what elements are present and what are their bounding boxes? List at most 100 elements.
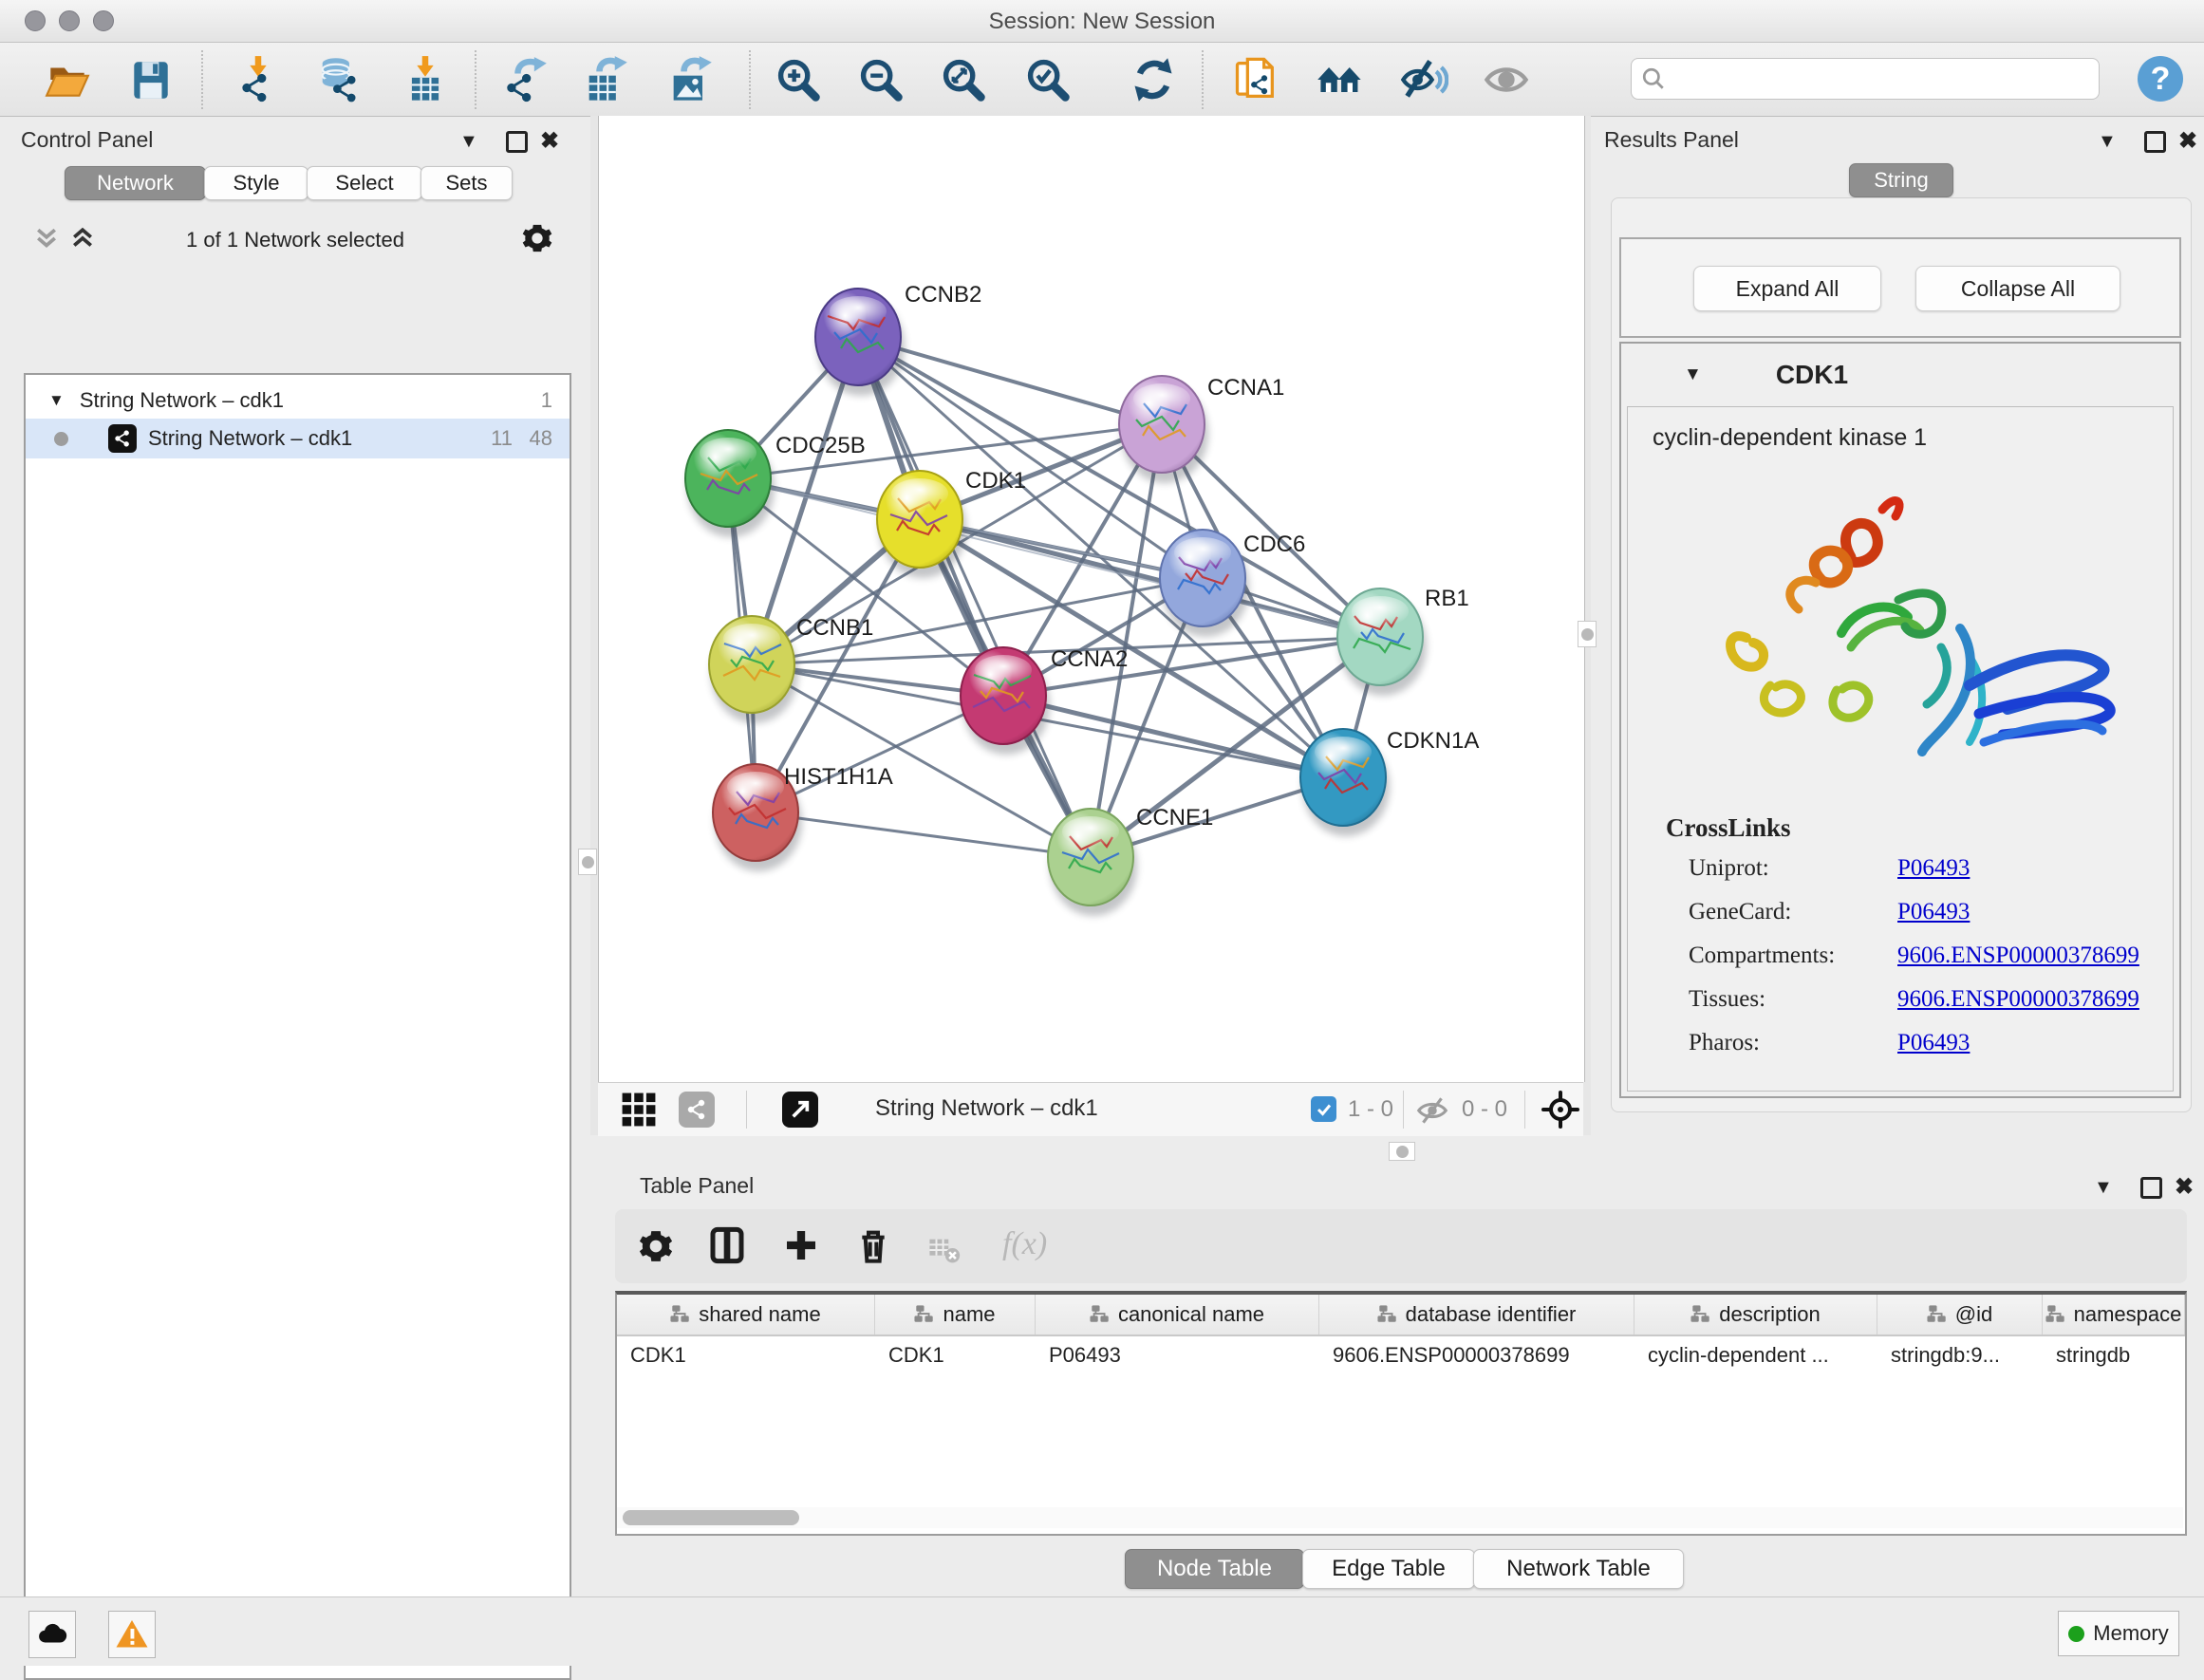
crosslink-link[interactable]: P06493	[1897, 855, 1970, 882]
column-header-6[interactable]: namespace	[2043, 1295, 2185, 1335]
crosslink-link[interactable]: 9606.ENSP00000378699	[1897, 986, 2139, 1013]
panel-menu-icon[interactable]: ▼	[459, 131, 478, 153]
tab-select[interactable]: Select	[307, 166, 422, 200]
panel-float-icon[interactable]	[2144, 131, 2166, 153]
table-cell[interactable]: P06493	[1036, 1336, 1319, 1374]
node-CDKN1A[interactable]	[1300, 729, 1390, 836]
expand-all-button[interactable]: Expand All	[1693, 266, 1881, 311]
tab-edge-table[interactable]: Edge Table	[1302, 1549, 1475, 1589]
import-network-from-database-button[interactable]	[312, 54, 364, 105]
separator	[1524, 1091, 1525, 1129]
zoom-out-button[interactable]	[855, 54, 906, 105]
column-header-5[interactable]: @id	[1877, 1295, 2043, 1335]
import-table-button[interactable]	[400, 54, 451, 105]
birds-eye-view-icon[interactable]	[679, 1092, 715, 1128]
network-collection-row[interactable]: ▼ String Network – cdk1 1	[26, 383, 570, 419]
table-cell[interactable]: stringdb	[2043, 1336, 2185, 1374]
import-network-button[interactable]	[233, 54, 284, 105]
table-cell[interactable]: CDK1	[875, 1336, 1036, 1374]
search-field[interactable]	[1631, 58, 2100, 100]
gene-header-row[interactable]: ▼ CDK1	[1621, 344, 2179, 406]
edge-HIST1H1A-CCNE1[interactable]	[756, 812, 1091, 857]
node-CDC25B[interactable]	[685, 430, 775, 537]
panel-menu-icon[interactable]: ▼	[2094, 1177, 2113, 1199]
table-cell[interactable]: CDK1	[617, 1336, 875, 1374]
edge-CDC25B-RB1[interactable]	[728, 478, 1380, 637]
panel-close-icon[interactable]: ✖	[540, 127, 559, 155]
node-CCNA2[interactable]	[961, 647, 1050, 755]
network-canvas[interactable]: CCNB2CCNA1CDC25BCDK1CDC6RB1CCNB1CCNA2CDK…	[598, 116, 1585, 1082]
table-cell[interactable]: cyclin-dependent ...	[1634, 1336, 1877, 1374]
node-CCNB2[interactable]	[815, 289, 905, 396]
column-header-1[interactable]: name	[875, 1295, 1036, 1335]
panel-close-icon[interactable]: ✖	[2175, 1173, 2194, 1201]
memory-button[interactable]: Memory	[2058, 1611, 2179, 1656]
save-session-button[interactable]	[125, 54, 177, 105]
first-neighbors-button[interactable]	[1315, 54, 1366, 105]
node-RB1[interactable]	[1337, 588, 1427, 696]
node-CDK1[interactable]	[877, 471, 966, 578]
select-columns-icon[interactable]	[708, 1226, 746, 1269]
column-header-label: name	[943, 1302, 995, 1327]
vertical-splitter[interactable]	[590, 116, 598, 1135]
node-CCNA1[interactable]	[1119, 376, 1208, 483]
open-session-button[interactable]	[42, 54, 93, 105]
column-header-2[interactable]: canonical name	[1036, 1295, 1319, 1335]
column-header-3[interactable]: database identifier	[1319, 1295, 1634, 1335]
table-cell[interactable]: 9606.ENSP00000378699	[1319, 1336, 1634, 1374]
delete-table-icon[interactable]	[928, 1234, 961, 1271]
grid-view-icon[interactable]	[621, 1092, 657, 1132]
tab-style[interactable]: Style	[204, 166, 308, 200]
tab-sets[interactable]: Sets	[420, 166, 513, 200]
collapse-all-button[interactable]: Collapse All	[1915, 266, 2120, 311]
tab-network[interactable]: Network	[65, 166, 206, 200]
panel-float-icon[interactable]	[506, 131, 528, 153]
search-input[interactable]	[1666, 65, 2099, 92]
tab-node-table[interactable]: Node Table	[1125, 1549, 1304, 1589]
hide-selected-button[interactable]	[1398, 54, 1449, 105]
node-CDC6[interactable]	[1160, 530, 1249, 637]
export-table-button[interactable]	[580, 54, 631, 105]
column-header-0[interactable]: shared name	[617, 1295, 875, 1335]
delete-column-icon[interactable]	[854, 1226, 892, 1269]
refresh-button[interactable]	[1128, 54, 1179, 105]
column-header-4[interactable]: description	[1634, 1295, 1877, 1335]
clone-network-button[interactable]	[1230, 54, 1281, 105]
node-CCNE1[interactable]	[1048, 809, 1137, 916]
zoom-in-button[interactable]	[773, 54, 824, 105]
fit-selected-icon[interactable]	[1541, 1091, 1579, 1133]
table-row[interactable]: CDK1CDK1P064939606.ENSP00000378699cyclin…	[617, 1336, 2185, 1374]
table-cell[interactable]: stringdb:9...	[1877, 1336, 2043, 1374]
help-button[interactable]: ?	[2138, 56, 2183, 102]
splitter-collapse-handle[interactable]	[1389, 1142, 1415, 1161]
zoom-selected-button[interactable]	[1022, 54, 1074, 105]
selected-checkbox-icon[interactable]	[1311, 1096, 1336, 1122]
crosslink-link[interactable]: 9606.ENSP00000378699	[1897, 943, 2139, 969]
scrollbar-thumb[interactable]	[623, 1510, 799, 1525]
table-horizontal-scrollbar[interactable]	[617, 1507, 2183, 1528]
export-image-button[interactable]	[664, 54, 716, 105]
network-options-gear-icon[interactable]	[521, 222, 553, 259]
collapse-triangle-icon[interactable]: ▼	[1684, 364, 1702, 385]
panel-menu-icon[interactable]: ▼	[2098, 131, 2117, 153]
crosslink-link[interactable]: P06493	[1897, 899, 1970, 925]
cloud-status-button[interactable]	[28, 1611, 76, 1658]
export-network-button[interactable]	[498, 54, 550, 105]
warnings-button[interactable]	[108, 1611, 156, 1658]
panel-close-icon[interactable]: ✖	[2178, 127, 2197, 155]
network-row[interactable]: String Network – cdk1 11 48	[26, 419, 570, 458]
function-builder-icon[interactable]: f(x)	[1002, 1226, 1047, 1262]
tab-network-table[interactable]: Network Table	[1473, 1549, 1684, 1589]
panel-float-icon[interactable]	[2140, 1177, 2162, 1199]
add-column-icon[interactable]	[782, 1226, 820, 1269]
crosslink-link[interactable]: P06493	[1897, 1030, 1970, 1056]
tab-string[interactable]: String	[1849, 163, 1953, 197]
detach-view-icon[interactable]	[782, 1092, 818, 1128]
zoom-fit-button[interactable]	[938, 54, 989, 105]
splitter-collapse-handle[interactable]	[578, 849, 597, 875]
hidden-eye-icon[interactable]	[1414, 1092, 1450, 1133]
show-all-button[interactable]	[1481, 54, 1532, 105]
edge-CCNB2-CCNE1[interactable]	[858, 337, 1091, 857]
tree-expander-icon[interactable]: ▼	[48, 391, 65, 410]
table-gear-icon[interactable]	[638, 1228, 674, 1269]
